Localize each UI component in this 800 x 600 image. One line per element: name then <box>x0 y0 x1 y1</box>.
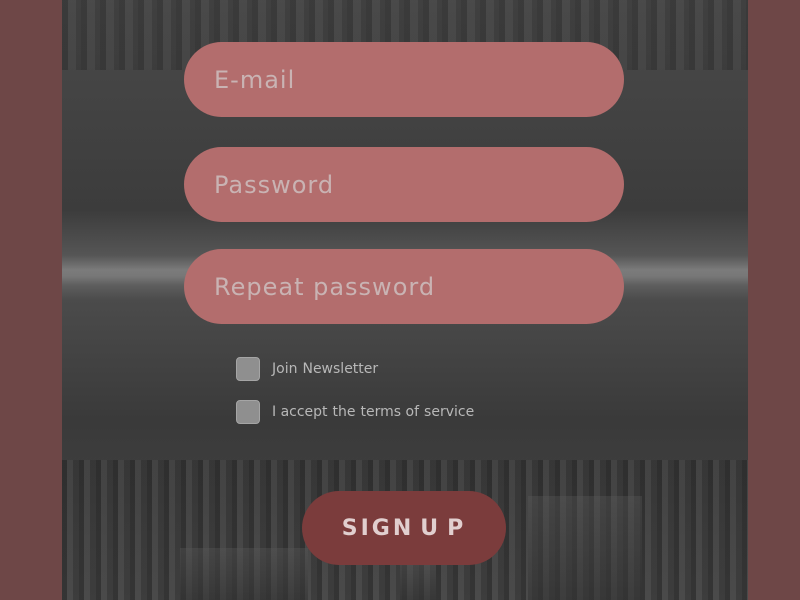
newsletter-label-part: Join <box>272 361 298 377</box>
terms-option[interactable]: I accept the terms of service <box>236 399 474 425</box>
repeat-password-input[interactable] <box>184 249 624 324</box>
newsletter-label: Join Newsletter <box>272 361 378 377</box>
trees-image-right <box>528 496 642 600</box>
terms-label: I accept the terms of service <box>272 404 474 420</box>
sign-up-text: SIGN <box>341 515 415 541</box>
sign-up-text: U <box>420 515 442 541</box>
email-input[interactable] <box>184 42 624 117</box>
password-input[interactable] <box>184 147 624 222</box>
terms-label-part: the <box>332 404 356 420</box>
terms-checkbox[interactable] <box>236 400 260 424</box>
trees-image-center <box>400 563 436 600</box>
newsletter-checkbox[interactable] <box>236 357 260 381</box>
terms-label-part: I accept <box>272 404 328 420</box>
trees-image-left <box>180 548 308 600</box>
newsletter-option[interactable]: Join Newsletter <box>236 356 378 382</box>
newsletter-label-part: Newsletter <box>302 361 379 377</box>
hidden-action-button[interactable] <box>458 530 508 574</box>
terms-label-part: service <box>424 404 475 420</box>
terms-label-part: terms of <box>360 404 420 420</box>
